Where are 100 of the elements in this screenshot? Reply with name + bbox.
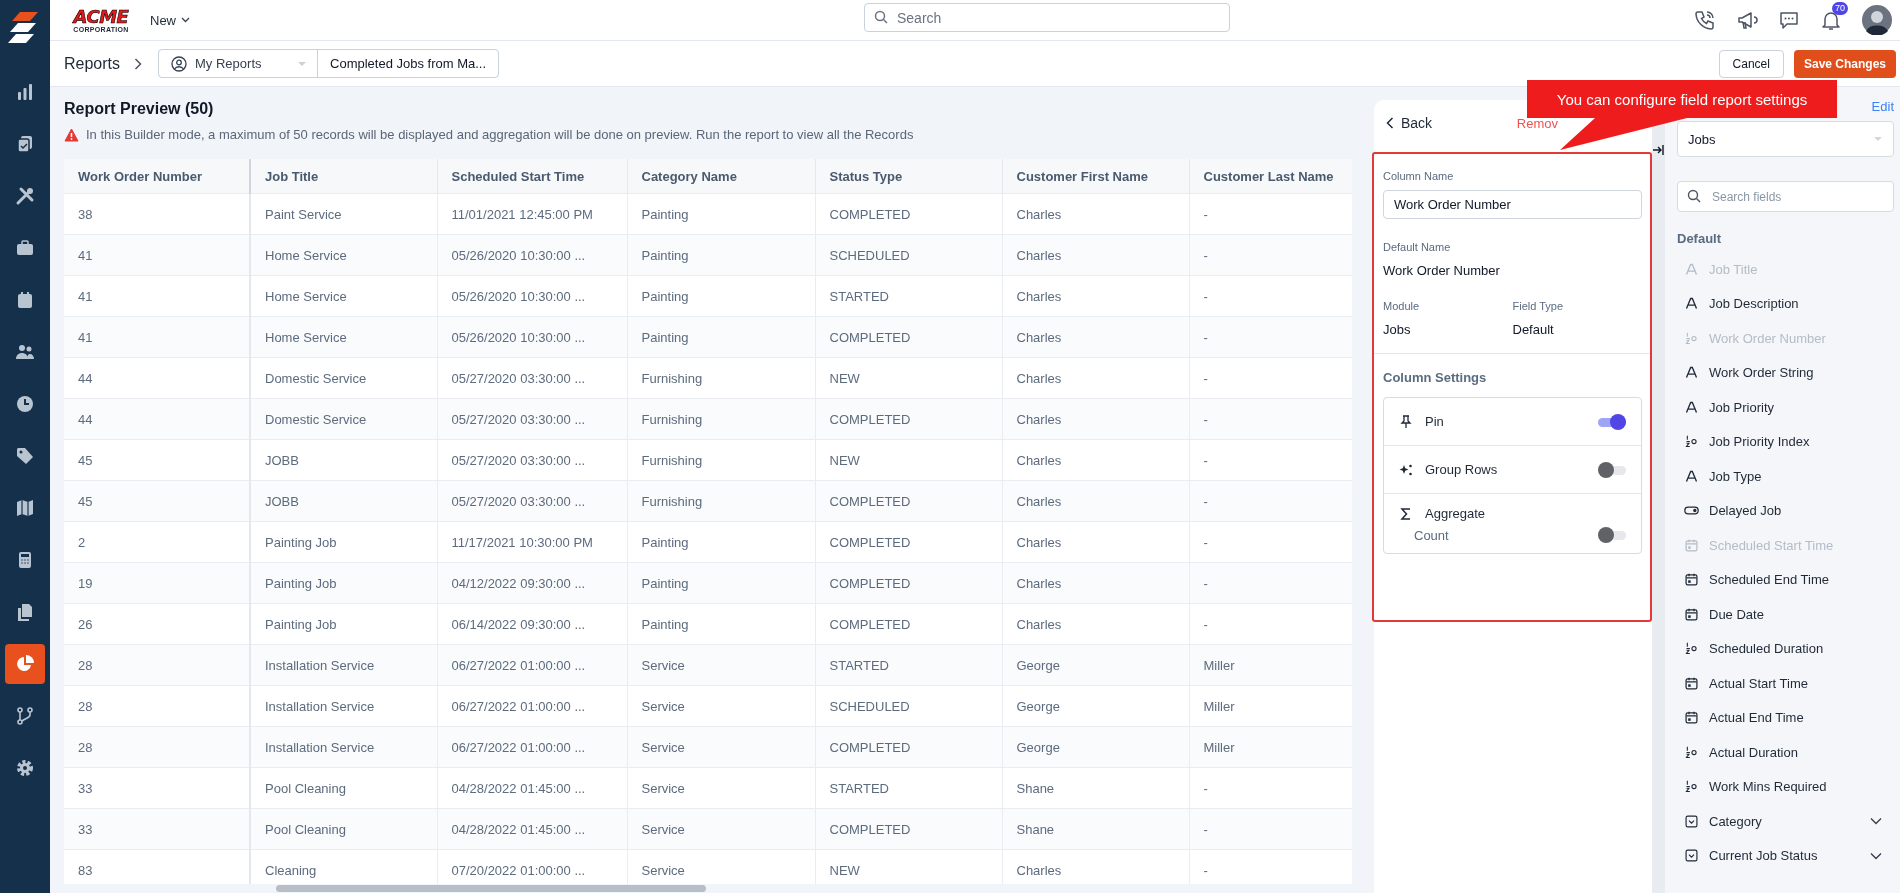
column-header[interactable]: Scheduled Start Time: [437, 159, 627, 194]
table-cell: Shane: [1002, 808, 1189, 850]
table-cell: 06/27/2022 01:00:00 ...: [437, 644, 627, 686]
table-cell: Miller: [1189, 726, 1352, 768]
letter-a-icon: [1684, 399, 1699, 415]
sigma-icon: [1399, 506, 1413, 521]
table-cell: Installation Service: [250, 726, 437, 768]
chevron-right-icon: [134, 57, 143, 70]
column-header[interactable]: Status Type: [815, 159, 1002, 194]
table-cell: -: [1189, 316, 1352, 358]
setting-label: Aggregate: [1425, 506, 1485, 521]
avatar[interactable]: [1862, 5, 1892, 35]
search-field[interactable]: Search: [864, 3, 1230, 32]
field-item[interactable]: Work Order String: [1677, 355, 1894, 390]
setting-label: Group Rows: [1425, 462, 1498, 477]
table-cell: STARTED: [815, 644, 1002, 686]
pin-icon: [1399, 414, 1413, 429]
field-item[interactable]: Actual Start Time: [1677, 666, 1894, 701]
column-header[interactable]: Category Name: [627, 159, 815, 194]
table-cell: George: [1002, 726, 1189, 768]
field-item[interactable]: Job Priority: [1677, 390, 1894, 425]
breadcrumb-link[interactable]: Reports: [64, 54, 121, 73]
toggle-switch[interactable]: [1598, 461, 1626, 478]
table-cell: Furnishing: [627, 480, 815, 522]
calendar-icon: [1684, 710, 1699, 726]
bell-icon[interactable]: [1820, 9, 1842, 31]
save-changes-button[interactable]: Save Changes: [1793, 49, 1896, 78]
table-cell: Pool Cleaning: [250, 808, 437, 850]
table-cell: -: [1189, 398, 1352, 440]
pie-icon[interactable]: [5, 644, 45, 684]
search-fields-input[interactable]: Search fields: [1677, 181, 1894, 212]
dropdown-icon: [1684, 848, 1699, 864]
table-cell: -: [1189, 562, 1352, 604]
toggle-switch[interactable]: [1598, 527, 1626, 543]
column-name-input[interactable]: Work Order Number: [1383, 190, 1642, 219]
chevron-down-icon[interactable]: [1870, 851, 1882, 860]
table-cell: Domestic Service: [250, 398, 437, 440]
table-cell: COMPLETED: [815, 726, 1002, 768]
calendar-icon: [1684, 537, 1699, 553]
caret-icon: [1873, 136, 1883, 142]
field-item[interactable]: Actual End Time: [1677, 700, 1894, 735]
table-cell: -: [1189, 480, 1352, 522]
megaphone-icon[interactable]: [1736, 9, 1758, 31]
table-cell: 19: [64, 562, 250, 604]
calendar-icon: [1684, 606, 1699, 622]
group-heading: Default: [1677, 231, 1723, 246]
phone-icon[interactable]: [1694, 9, 1716, 31]
table-cell: 41: [64, 316, 250, 358]
field-label: Column Name: [1383, 170, 1455, 182]
caret-icon: [181, 17, 190, 23]
table-cell: Home Service: [250, 316, 437, 358]
table-cell: COMPLETED: [815, 562, 1002, 604]
field-item[interactable]: Scheduled End Time: [1677, 562, 1894, 597]
table-cell: Service: [627, 808, 815, 850]
field-item[interactable]: Delayed Job: [1677, 493, 1894, 528]
table-cell: 44: [64, 398, 250, 440]
table-cell: 41: [64, 234, 250, 276]
field-item[interactable]: Job Description: [1677, 286, 1894, 321]
number-icon: [1684, 641, 1699, 657]
field-item[interactable]: Job Priority Index: [1677, 424, 1894, 459]
module-dropdown[interactable]: Jobs: [1677, 121, 1894, 157]
table-cell: 33: [64, 808, 250, 850]
table-cell: 05/26/2020 10:30:00 ...: [437, 234, 627, 276]
new-menu[interactable]: New: [148, 10, 192, 30]
table-cell: Service: [627, 644, 815, 686]
letter-a-icon: [1684, 261, 1699, 277]
column-header[interactable]: Job Title: [250, 159, 437, 194]
column-header[interactable]: Customer Last Name: [1189, 159, 1352, 194]
chevron-down-icon[interactable]: [1870, 817, 1882, 826]
table-cell: 04/12/2022 09:30:00 ...: [437, 562, 627, 604]
table-cell: COMPLETED: [815, 808, 1002, 850]
table-cell: 04/28/2022 01:45:00 ...: [437, 808, 627, 850]
table-cell: Charles: [1002, 316, 1189, 358]
chat-icon[interactable]: [1778, 9, 1800, 31]
column-header[interactable]: Customer First Name: [1002, 159, 1189, 194]
field-item[interactable]: Actual Duration: [1677, 735, 1894, 770]
table-cell: Painting: [627, 316, 815, 358]
table-cell: Service: [627, 726, 815, 768]
table-cell: 05/27/2020 03:30:00 ...: [437, 480, 627, 522]
warning-message: In this Builder mode, a maximum of 50 records will be displayed and aggregation will be done on preview. Run the report to view all the Records: [86, 127, 914, 142]
table-cell: 05/27/2020 03:30:00 ...: [437, 398, 627, 440]
back-button[interactable]: Back: [1386, 115, 1433, 131]
table-cell: 06/27/2022 01:00:00 ...: [437, 726, 627, 768]
setting-label: Count: [1414, 527, 1449, 543]
collapse-icon[interactable]: [1652, 143, 1665, 157]
table-cell: Charles: [1002, 562, 1189, 604]
field-item[interactable]: Work Mins Required: [1677, 769, 1894, 804]
field-item[interactable]: Due Date: [1677, 597, 1894, 632]
field-item[interactable]: Category: [1677, 804, 1894, 839]
field-item[interactable]: Job Type: [1677, 459, 1894, 494]
letter-a-icon: [1684, 468, 1699, 484]
cancel-button[interactable]: Cancel: [1718, 49, 1784, 78]
column-header[interactable]: Work Order Number: [64, 159, 250, 194]
toggle-switch[interactable]: [1598, 413, 1626, 430]
table-cell: 05/26/2020 10:30:00 ...: [437, 316, 627, 358]
setting-label: Pin: [1425, 414, 1444, 429]
table-cell: JOBB: [250, 480, 437, 522]
field-label: Default Name: [1383, 241, 1452, 253]
field-item[interactable]: Current Job Status: [1677, 838, 1894, 873]
field-item[interactable]: Scheduled Duration: [1677, 631, 1894, 666]
